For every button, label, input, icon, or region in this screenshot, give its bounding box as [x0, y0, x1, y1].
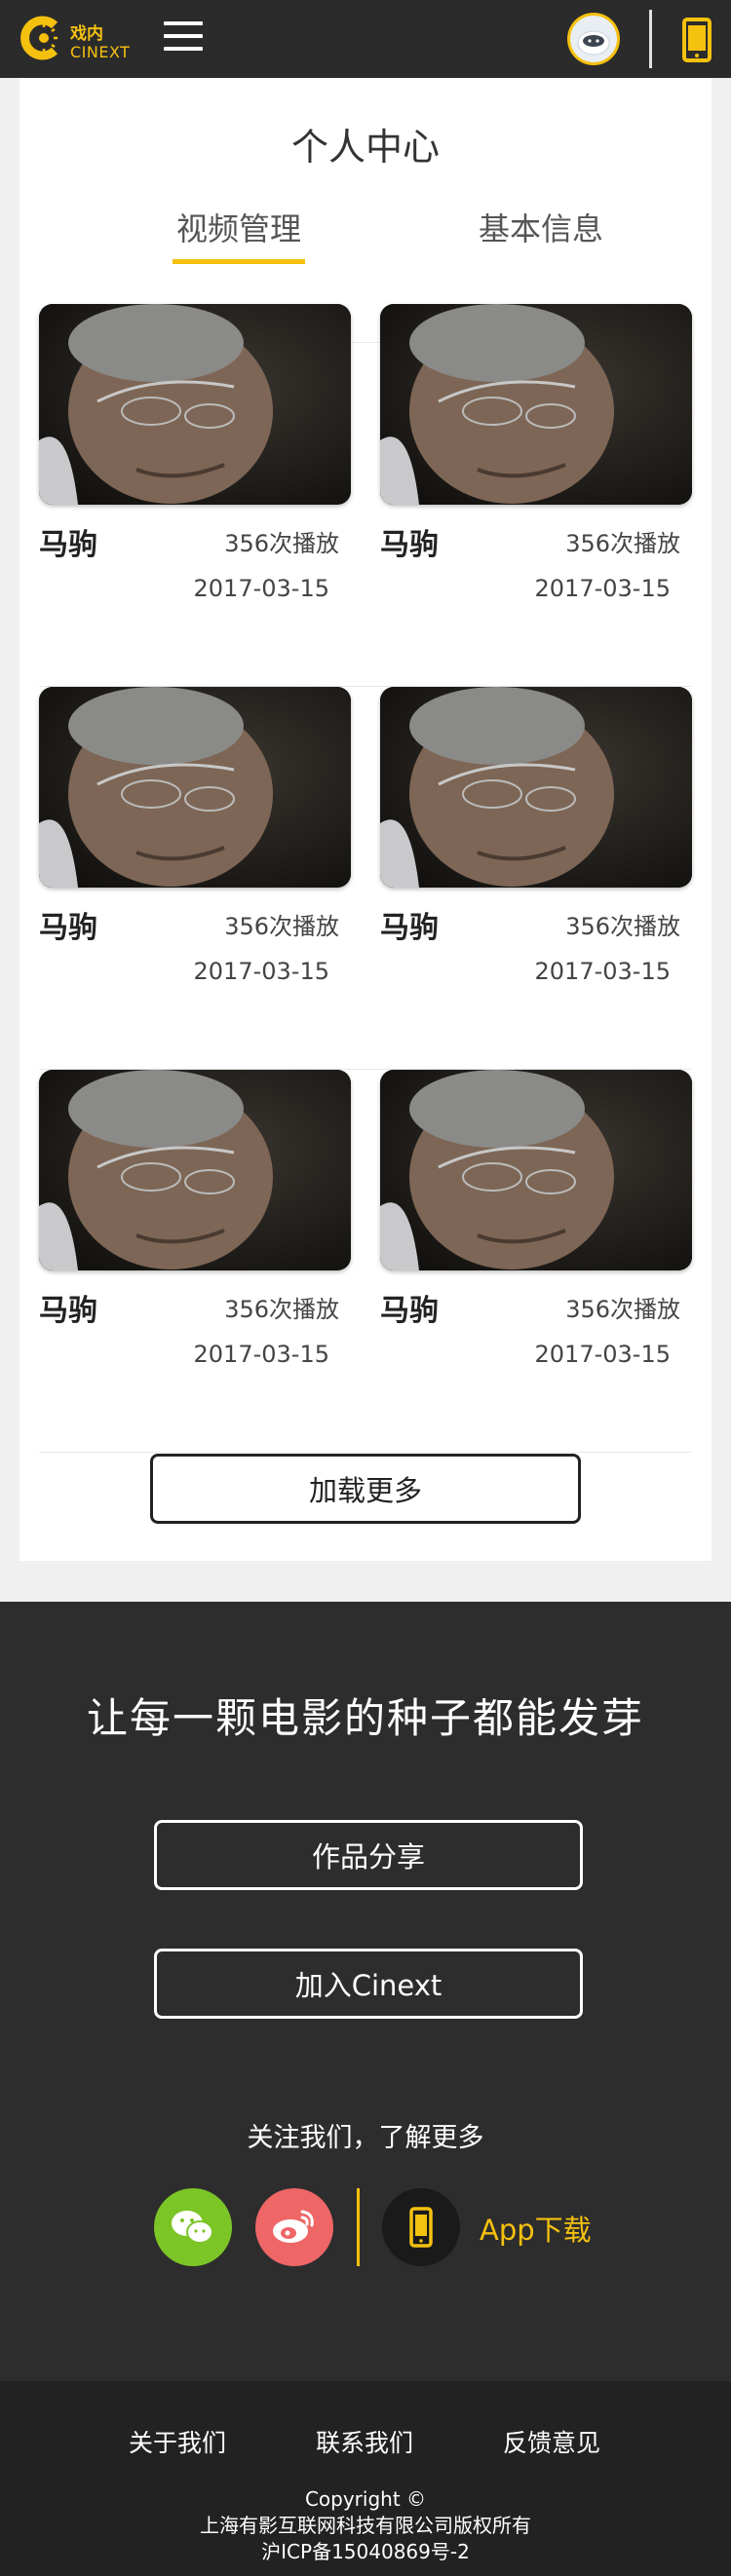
company-text: 上海有影互联网科技有限公司版权所有 [200, 2514, 531, 2537]
video-thumbnail[interactable] [39, 1070, 351, 1270]
footer: 让每一颗电影的种子都能发芽 作品分享 加入Cinext 关注我们，了解更多 Ap… [0, 1602, 731, 2381]
bottom-bar: 关于我们 联系我们 反馈意见 Copyright © 上海有影互联网科技有限公司… [0, 2381, 731, 2576]
video-play-count: 356次播放 [224, 530, 339, 557]
logo-text-cn: 戏内 [70, 24, 103, 44]
social-divider [357, 2188, 360, 2266]
weibo-icon[interactable] [255, 2188, 333, 2266]
video-thumbnail[interactable] [380, 687, 692, 888]
avatar-character-icon [577, 30, 610, 56]
video-date: 2017-03-15 [534, 1341, 671, 1368]
video-card[interactable]: 马驹 356次播放 2017-03-15 [39, 1070, 351, 1401]
cinext-logo[interactable]: 戏内 CINEXT [18, 12, 135, 66]
contact-us-link[interactable]: 联系我们 [316, 2424, 413, 2459]
follow-us-text: 关注我们，了解更多 [247, 2123, 484, 2153]
video-date: 2017-03-15 [193, 958, 329, 985]
app-phone-icon[interactable] [382, 2188, 460, 2266]
mobile-phone-icon[interactable] [682, 18, 712, 62]
about-us-link[interactable]: 关于我们 [129, 2424, 226, 2459]
tab-video-management[interactable]: 视频管理 [166, 205, 312, 264]
page-title: 个人中心 [290, 126, 440, 169]
feedback-link[interactable]: 反馈意见 [503, 2424, 600, 2459]
join-cinext-button[interactable]: 加入Cinext [154, 1949, 583, 2019]
user-avatar[interactable] [567, 13, 620, 65]
video-card[interactable]: 马驹 356次播放 2017-03-15 [39, 304, 351, 635]
video-thumbnail[interactable] [39, 687, 351, 888]
logo-text-en: CINEXT [70, 43, 131, 61]
video-play-count: 356次播放 [565, 530, 680, 557]
video-title: 马驹 [380, 911, 439, 945]
video-date: 2017-03-15 [534, 575, 671, 602]
icp-text: 沪ICP备15040869号-2 [261, 2540, 470, 2563]
tab-basic-info[interactable]: 基本信息 [468, 205, 614, 263]
video-row: 马驹 356次播放 2017-03-15 马驹 356次播放 2017-03-1… [39, 1070, 692, 1453]
header-divider [649, 10, 652, 68]
video-card[interactable]: 马驹 356次播放 2017-03-15 [380, 304, 692, 635]
video-row: 马驹 356次播放 2017-03-15 马驹 356次播放 2017-03-1… [39, 687, 692, 1070]
video-play-count: 356次播放 [224, 1296, 339, 1323]
video-title: 马驹 [380, 1294, 439, 1328]
logo-mark-icon [20, 16, 58, 60]
video-thumbnail[interactable] [380, 304, 692, 505]
video-play-count: 356次播放 [565, 913, 680, 940]
video-card[interactable]: 马驹 356次播放 2017-03-15 [380, 1070, 692, 1401]
video-date: 2017-03-15 [534, 958, 671, 985]
video-title: 马驹 [39, 1294, 97, 1328]
video-thumbnail[interactable] [39, 304, 351, 505]
share-work-button[interactable]: 作品分享 [154, 1820, 583, 1890]
load-more-button[interactable]: 加载更多 [150, 1454, 581, 1524]
footer-slogan: 让每一颗电影的种子都能发芽 [86, 1694, 644, 1742]
video-card[interactable]: 马驹 356次播放 2017-03-15 [39, 687, 351, 1018]
video-title: 马驹 [380, 528, 439, 562]
video-play-count: 356次播放 [224, 913, 339, 940]
video-date: 2017-03-15 [193, 575, 329, 602]
video-title: 马驹 [39, 528, 97, 562]
wechat-icon[interactable] [154, 2188, 232, 2266]
top-navbar: 戏内 CINEXT [0, 0, 731, 78]
personal-center-card: 个人中心 视频管理 基本信息 马驹 356次播放 2017-03-15 马驹 3… [19, 78, 712, 1561]
hamburger-menu-icon[interactable] [164, 21, 207, 57]
copyright-text: Copyright © [304, 2487, 427, 2511]
video-row: 马驹 356次播放 2017-03-15 马驹 356次播放 2017-03-1… [39, 304, 692, 687]
app-download-link[interactable]: App下载 [480, 2208, 592, 2249]
video-date: 2017-03-15 [193, 1341, 329, 1368]
copyright-block: Copyright © 上海有影互联网科技有限公司版权所有 沪ICP备15040… [0, 2486, 731, 2565]
video-play-count: 356次播放 [565, 1296, 680, 1323]
video-title: 马驹 [39, 911, 97, 945]
video-thumbnail[interactable] [380, 1070, 692, 1270]
video-card[interactable]: 马驹 356次播放 2017-03-15 [380, 687, 692, 1018]
